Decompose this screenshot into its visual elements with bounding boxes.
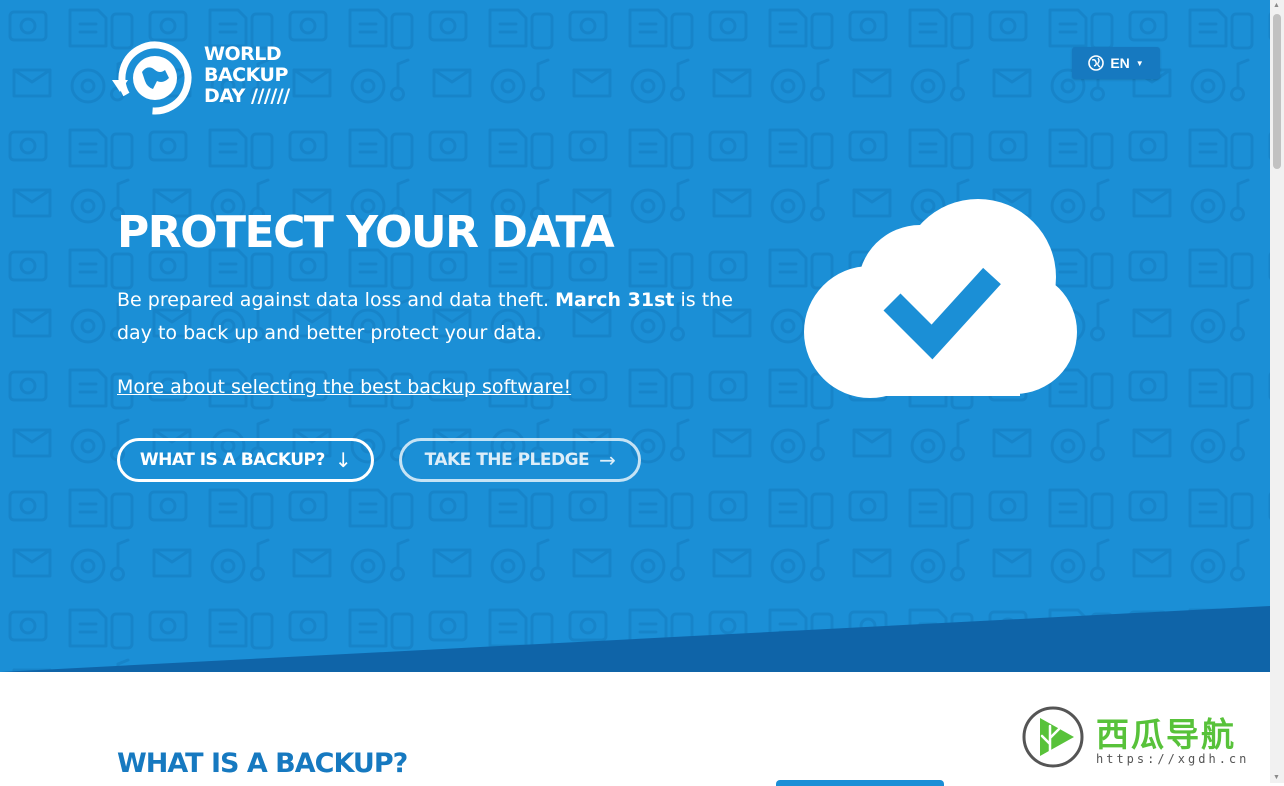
arrow-right-icon: → [599, 448, 616, 472]
backup-logo-icon [112, 41, 192, 115]
language-label: EN [1110, 55, 1130, 71]
vertical-scrollbar[interactable]: ▲ ▼ [1270, 0, 1284, 783]
what-is-backup-label: WHAT IS A BACKUP? [139, 450, 325, 470]
logo-line-2: BACKUP [204, 64, 288, 86]
hero-bottom-band [0, 606, 1270, 672]
logo-wordmark: WORLD BACKUP DAY ////// [204, 44, 290, 107]
watermark-logo-icon [1022, 706, 1084, 768]
caret-down-icon: ▼ [1135, 58, 1144, 68]
lead-text-1: Be prepared against data loss and data t… [117, 289, 556, 311]
arrow-down-icon: ↓ [334, 448, 352, 472]
logo-line-1: WORLD [204, 43, 282, 65]
hero-lead: Be prepared against data loss and data t… [117, 284, 737, 350]
section-title: WHAT IS A BACKUP? [117, 748, 408, 779]
language-selector[interactable]: EN ▼ [1072, 47, 1160, 79]
scroll-down-icon[interactable]: ▼ [1273, 774, 1280, 781]
watermark-url: https://xgdh.cn [1096, 752, 1250, 766]
backup-software-link[interactable]: More about selecting the best backup sof… [117, 376, 571, 398]
hero-title: PROTECT YOUR DATA [117, 207, 615, 258]
lead-date: March 31st [555, 289, 675, 311]
take-pledge-button[interactable]: TAKE THE PLEDGE → [399, 438, 641, 482]
scrollbar-thumb[interactable] [1273, 14, 1281, 169]
section-card-edge [776, 780, 944, 786]
scroll-up-icon[interactable]: ▲ [1273, 2, 1280, 9]
globe-icon [1088, 55, 1105, 71]
cloud-check-icon [804, 199, 1077, 398]
watermark-text: 西瓜导航 [1096, 715, 1236, 754]
take-pledge-label: TAKE THE PLEDGE [424, 450, 590, 470]
logo-line-3: DAY ////// [204, 85, 290, 107]
world-backup-day-logo[interactable]: WORLD BACKUP DAY ////// [110, 38, 290, 122]
watermark: 西瓜导航 https://xgdh.cn [1020, 704, 1265, 770]
what-is-backup-button[interactable]: WHAT IS A BACKUP? ↓ [117, 438, 374, 482]
